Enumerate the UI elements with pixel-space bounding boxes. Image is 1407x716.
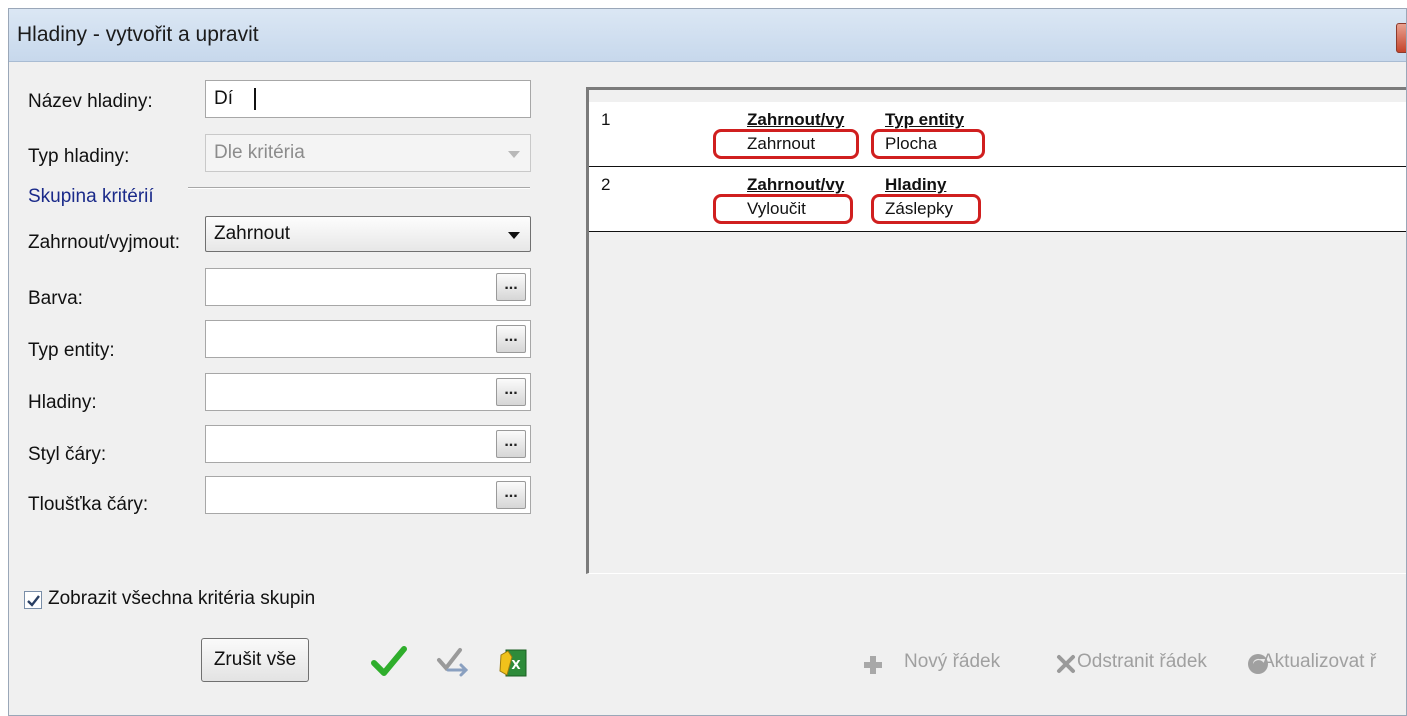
layer-type-select: Dle kritéria — [205, 134, 531, 172]
entity-type-browse-button[interactable]: ... — [496, 325, 526, 353]
highlight-outline — [713, 194, 853, 224]
line-style-field[interactable]: ... — [205, 425, 531, 463]
color-browse-button[interactable]: ... — [496, 273, 526, 301]
highlight-outline — [871, 194, 981, 224]
row-number: 1 — [601, 110, 611, 129]
color-field[interactable]: ... — [205, 268, 531, 306]
criteria-grid[interactable]: 1 Zahrnout/vy Typ entity Zahrnout Plocha… — [586, 87, 1406, 574]
color-label: Barva: — [28, 288, 83, 309]
plus-icon — [864, 656, 882, 674]
include-exclude-select[interactable]: Zahrnout — [205, 216, 531, 252]
text-cursor — [254, 88, 256, 110]
include-exclude-label: Zahrnout/vyjmout: — [28, 232, 181, 253]
line-style-label: Styl čáry: — [28, 444, 107, 465]
update-row-button[interactable]: Aktualizovat ř — [1262, 651, 1376, 673]
col2-header: Hladiny — [885, 175, 947, 194]
new-row-button[interactable]: Nový řádek — [904, 651, 1000, 673]
show-all-checkbox[interactable] — [24, 591, 42, 609]
col1-header: Zahrnout/vy — [747, 110, 845, 129]
highlight-outline — [713, 129, 859, 159]
layer-type-value: Dle kritéria — [214, 142, 305, 163]
line-weight-field[interactable]: ... — [205, 476, 531, 514]
layer-name-input[interactable]: Dí — [205, 80, 531, 118]
checkmark-icon — [27, 595, 40, 607]
layer-name-label: Název hladiny: — [28, 91, 153, 112]
layers-label: Hladiny: — [28, 392, 97, 413]
include-exclude-value: Zahrnout — [214, 223, 291, 244]
layers-browse-button[interactable]: ... — [496, 378, 526, 406]
col1-header: Zahrnout/vy — [747, 175, 845, 194]
highlight-outline — [871, 129, 985, 159]
dropdown-arrow-icon — [508, 151, 520, 158]
delete-row-button[interactable]: Odstranit řádek — [1077, 651, 1207, 673]
window-title: Hladiny - vytvořit a upravit — [17, 23, 259, 46]
layer-name-value: Dí — [214, 88, 233, 109]
title-bar: Hladiny - vytvořit a upravit — [9, 9, 1406, 62]
line-weight-browse-button[interactable]: ... — [496, 481, 526, 509]
group-divider — [188, 187, 530, 189]
row-number: 2 — [601, 175, 611, 194]
grid-row-2[interactable]: 2 Zahrnout/vy Hladiny Vyloučit Záslepky — [589, 167, 1406, 232]
clear-all-button[interactable]: Zrušit vše — [201, 638, 309, 682]
close-icon[interactable] — [1396, 23, 1406, 53]
line-weight-label: Tloušťka čáry: — [28, 494, 149, 515]
dropdown-arrow-icon[interactable] — [508, 232, 520, 239]
layer-type-label: Typ hladiny: — [28, 146, 130, 167]
checkmark-icon[interactable] — [371, 645, 407, 679]
show-all-label[interactable]: Zobrazit všechna kritéria skupin — [48, 588, 315, 610]
layers-field[interactable]: ... — [205, 373, 531, 411]
excel-export-icon[interactable]: X — [498, 647, 530, 679]
col2-header: Typ entity — [885, 110, 965, 129]
grid-row-1[interactable]: 1 Zahrnout/vy Typ entity Zahrnout Plocha — [589, 102, 1406, 167]
svg-text:X: X — [511, 658, 521, 672]
transfer-icon[interactable] — [436, 646, 470, 680]
entity-type-label: Typ entity: — [28, 340, 115, 361]
entity-type-field[interactable]: ... — [205, 320, 531, 358]
criteria-group-label: Skupina kritérií — [28, 186, 154, 207]
line-style-browse-button[interactable]: ... — [496, 430, 526, 458]
delete-x-icon — [1057, 655, 1075, 673]
